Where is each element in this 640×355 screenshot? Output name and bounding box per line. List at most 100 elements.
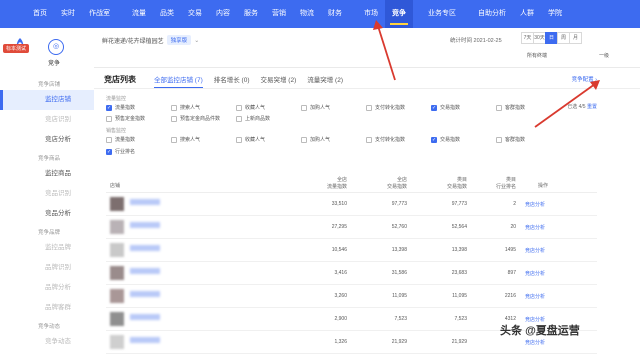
checkbox-icon[interactable] <box>236 104 242 111</box>
nav-item-11[interactable]: 市场 <box>357 0 385 28</box>
analyze-shop-link[interactable]: 竞店分析 <box>525 201 545 208</box>
metric-checkbox[interactable]: 加购人气 <box>301 104 366 111</box>
metric-checkbox[interactable]: 加购人气 <box>301 136 366 143</box>
shop-thumbnail[interactable] <box>110 289 124 303</box>
metric-checkbox[interactable]: 支付转化指数 <box>366 104 431 111</box>
checkbox-icon[interactable] <box>171 104 177 111</box>
checkbox-icon[interactable] <box>106 136 112 143</box>
category-selector[interactable]: 鲜花速递/花卉绿植园艺 <box>102 36 164 45</box>
shop-thumbnail[interactable] <box>110 197 124 211</box>
tab-1[interactable]: 排名增长 (0) <box>214 74 250 88</box>
shop-name-blurred[interactable] <box>130 245 160 251</box>
nav-item-7[interactable]: 服务 <box>237 0 265 28</box>
column-header[interactable]: 全店 交易指数 <box>387 177 407 191</box>
metric-checkbox[interactable]: ✓ 交易指数 <box>431 104 496 111</box>
nav-item-15[interactable]: 人群 <box>513 0 541 28</box>
sidebar-item[interactable]: 竞品识别 <box>0 184 94 204</box>
shop-name-blurred[interactable] <box>130 199 160 205</box>
metric-checkbox[interactable]: ✓ 流量指数 <box>106 104 171 111</box>
shop-thumbnail[interactable] <box>110 266 124 280</box>
checkbox-icon[interactable] <box>366 136 372 143</box>
metric-checkbox[interactable]: 搜索人气 <box>171 136 236 143</box>
sidebar-item[interactable]: 竞店分析 <box>0 130 94 150</box>
nav-item-4[interactable]: 品类 <box>153 0 181 28</box>
metric-checkbox[interactable]: 流量指数 <box>106 136 171 143</box>
tab-0[interactable]: 全部监控店铺 (7) <box>154 74 203 88</box>
shop-name-blurred[interactable] <box>130 268 160 274</box>
metric-checkbox[interactable]: 上新商品数 <box>236 115 301 122</box>
sidebar-item[interactable]: 监控品牌 <box>0 238 94 258</box>
sidebar-item[interactable]: 监控店铺 <box>0 90 94 110</box>
sidebar-item[interactable]: 品牌客群 <box>0 298 94 318</box>
shop-thumbnail[interactable] <box>110 335 124 349</box>
metric-checkbox[interactable]: 支付转化指数 <box>366 136 431 143</box>
analyze-shop-link[interactable]: 竞店分析 <box>525 247 545 254</box>
analyze-shop-link[interactable]: 竞店分析 <box>525 270 545 277</box>
nav-item-16[interactable]: 学院 <box>541 0 569 28</box>
nav-item-8[interactable]: 营销 <box>265 0 293 28</box>
shop-name-blurred[interactable] <box>130 291 160 297</box>
nav-item-2[interactable]: 作战室 <box>82 0 117 28</box>
reset-link[interactable]: 重置 <box>587 104 597 110</box>
metric-checkbox[interactable]: 收藏人气 <box>236 104 301 111</box>
competition-config-link[interactable]: 竞争配置 › <box>572 75 597 83</box>
sidebar-item[interactable]: 监控商品 <box>0 164 94 184</box>
shop-thumbnail[interactable] <box>110 243 124 257</box>
analyze-shop-link[interactable]: 竞店分析 <box>525 293 545 300</box>
column-header[interactable]: 类目 交易指数 <box>447 177 467 191</box>
checkbox-checked-icon[interactable]: ✓ <box>431 136 437 143</box>
column-header[interactable]: 全店 流量指数 <box>327 177 347 191</box>
column-header[interactable]: 类目 行业排名 <box>496 177 516 191</box>
checkbox-icon[interactable] <box>171 115 177 122</box>
nav-item-6[interactable]: 内容 <box>209 0 237 28</box>
checkbox-icon[interactable] <box>106 115 112 122</box>
checkbox-icon[interactable] <box>171 136 177 143</box>
shop-thumbnail[interactable] <box>110 312 124 326</box>
sidebar-item[interactable]: 竞品分析 <box>0 204 94 224</box>
nav-item-3[interactable]: 流量 <box>125 0 153 28</box>
metric-checkbox[interactable]: 搜索人气 <box>171 104 236 111</box>
nav-item-9[interactable]: 物流 <box>293 0 321 28</box>
checkbox-checked-icon[interactable]: ✓ <box>431 104 437 111</box>
terminal-select[interactable]: 所有终端 <box>527 52 547 59</box>
checkbox-icon[interactable] <box>496 136 502 143</box>
nav-item-10[interactable]: 财务 <box>321 0 349 28</box>
shop-name-blurred[interactable] <box>130 222 160 228</box>
checkbox-icon[interactable] <box>366 104 372 111</box>
checkbox-checked-icon[interactable]: ✓ <box>106 148 112 155</box>
shop-thumbnail[interactable] <box>110 220 124 234</box>
shop-name-blurred[interactable] <box>130 314 160 320</box>
shop-name-blurred[interactable] <box>130 337 160 343</box>
sidebar-item[interactable]: 品牌分析 <box>0 278 94 298</box>
sidebar-item[interactable]: 品牌识别 <box>0 258 94 278</box>
shop-avatar[interactable]: ◎ <box>48 39 64 55</box>
analyze-shop-link[interactable]: 竞店分析 <box>525 339 545 346</box>
metric-checkbox[interactable]: 预售定金指数 <box>106 115 171 122</box>
metric-checkbox[interactable]: 预售定金商品件数 <box>171 115 236 122</box>
nav-item-1[interactable]: 实时 <box>54 0 82 28</box>
checkbox-icon[interactable] <box>301 136 307 143</box>
level-select[interactable]: 一级 <box>599 52 609 59</box>
checkbox-icon[interactable] <box>496 104 502 111</box>
metric-checkbox[interactable]: 收藏人气 <box>236 136 301 143</box>
metric-checkbox[interactable]: ✓ 交易指数 <box>431 136 496 143</box>
range-option[interactable]: 月 <box>569 32 582 44</box>
nav-item-0[interactable]: 首页 <box>26 0 54 28</box>
nav-item-5[interactable]: 交易 <box>181 0 209 28</box>
sidebar-item[interactable]: 竞争动态 <box>0 332 94 352</box>
date-range-switch[interactable]: 7天 30天日周月 <box>521 32 582 44</box>
checkbox-icon[interactable] <box>236 136 242 143</box>
tab-3[interactable]: 流量突增 (2) <box>307 74 343 88</box>
nav-item-14[interactable]: 自助分析 <box>471 0 513 28</box>
tab-2[interactable]: 交易突增 (2) <box>261 74 297 88</box>
metric-checkbox[interactable]: ✓ 行业排名 <box>106 148 171 155</box>
chevron-down-icon[interactable]: ⌄ <box>194 37 199 44</box>
metric-checkbox[interactable]: 客群指数 <box>496 104 561 111</box>
nav-item-13[interactable]: 业务专区 <box>421 0 463 28</box>
checkbox-icon[interactable] <box>236 115 242 122</box>
checkbox-checked-icon[interactable]: ✓ <box>106 104 112 111</box>
sidebar-item[interactable]: 竞店识别 <box>0 110 94 130</box>
metric-checkbox[interactable]: 客群指数 <box>496 136 561 143</box>
checkbox-icon[interactable] <box>301 104 307 111</box>
nav-item-12[interactable]: 竞争 <box>385 0 413 28</box>
